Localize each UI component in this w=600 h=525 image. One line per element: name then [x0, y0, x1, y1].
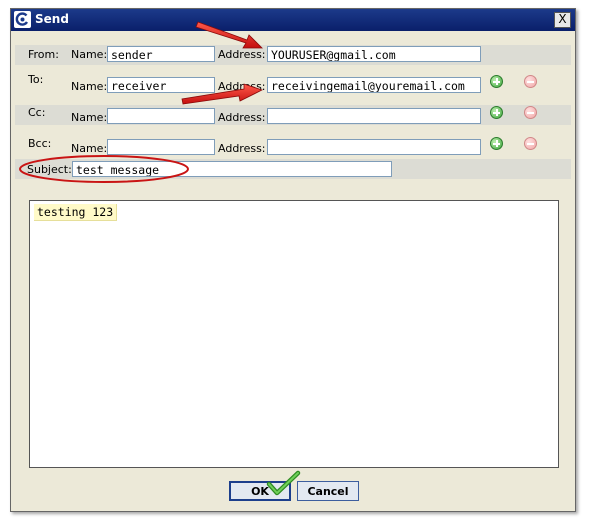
to-name-input[interactable]: receiver [107, 77, 215, 93]
to-address-input[interactable]: receivingemail@youremail.com [267, 77, 481, 93]
cancel-button[interactable]: Cancel [297, 481, 359, 501]
subject-label: Subject: [27, 163, 72, 176]
remove-bcc-icon [524, 137, 537, 150]
message-body-input[interactable]: testing 123 [29, 200, 559, 468]
bcc-address-label: Address: [218, 142, 266, 155]
add-to-icon[interactable] [490, 75, 503, 88]
ok-button[interactable]: OK [229, 481, 291, 501]
cc-name-label: Name: [71, 111, 108, 124]
to-label: To: [28, 73, 44, 86]
bcc-name-label: Name: [71, 142, 108, 155]
from-label: From: [28, 48, 59, 61]
message-body-text: testing 123 [34, 204, 118, 221]
subject-input[interactable]: test message [72, 161, 392, 177]
cc-address-label: Address: [218, 111, 266, 124]
from-name-input[interactable]: sender [107, 46, 215, 62]
bcc-label: Bcc: [28, 137, 52, 150]
add-bcc-icon[interactable] [490, 137, 503, 150]
to-address-label: Address: [218, 80, 266, 93]
remove-cc-icon [524, 106, 537, 119]
close-button[interactable]: X [554, 12, 571, 28]
from-address-label: Address: [218, 48, 266, 61]
bcc-name-input[interactable] [107, 139, 215, 155]
cc-label: Cc: [28, 106, 46, 119]
from-address-input[interactable]: YOURUSER@gmail.com [267, 46, 481, 62]
remove-to-icon [524, 75, 537, 88]
add-cc-icon[interactable] [490, 106, 503, 119]
cc-name-input[interactable] [107, 108, 215, 124]
app-icon [14, 11, 31, 28]
from-name-label: Name: [71, 48, 108, 61]
cc-address-input[interactable] [267, 108, 481, 124]
window-title: Send [35, 12, 69, 26]
send-dialog: Send X From: Name: sender Address: YOURU… [10, 8, 576, 512]
title-bar: Send X [11, 9, 575, 31]
to-name-label: Name: [71, 80, 108, 93]
bcc-address-input[interactable] [267, 139, 481, 155]
